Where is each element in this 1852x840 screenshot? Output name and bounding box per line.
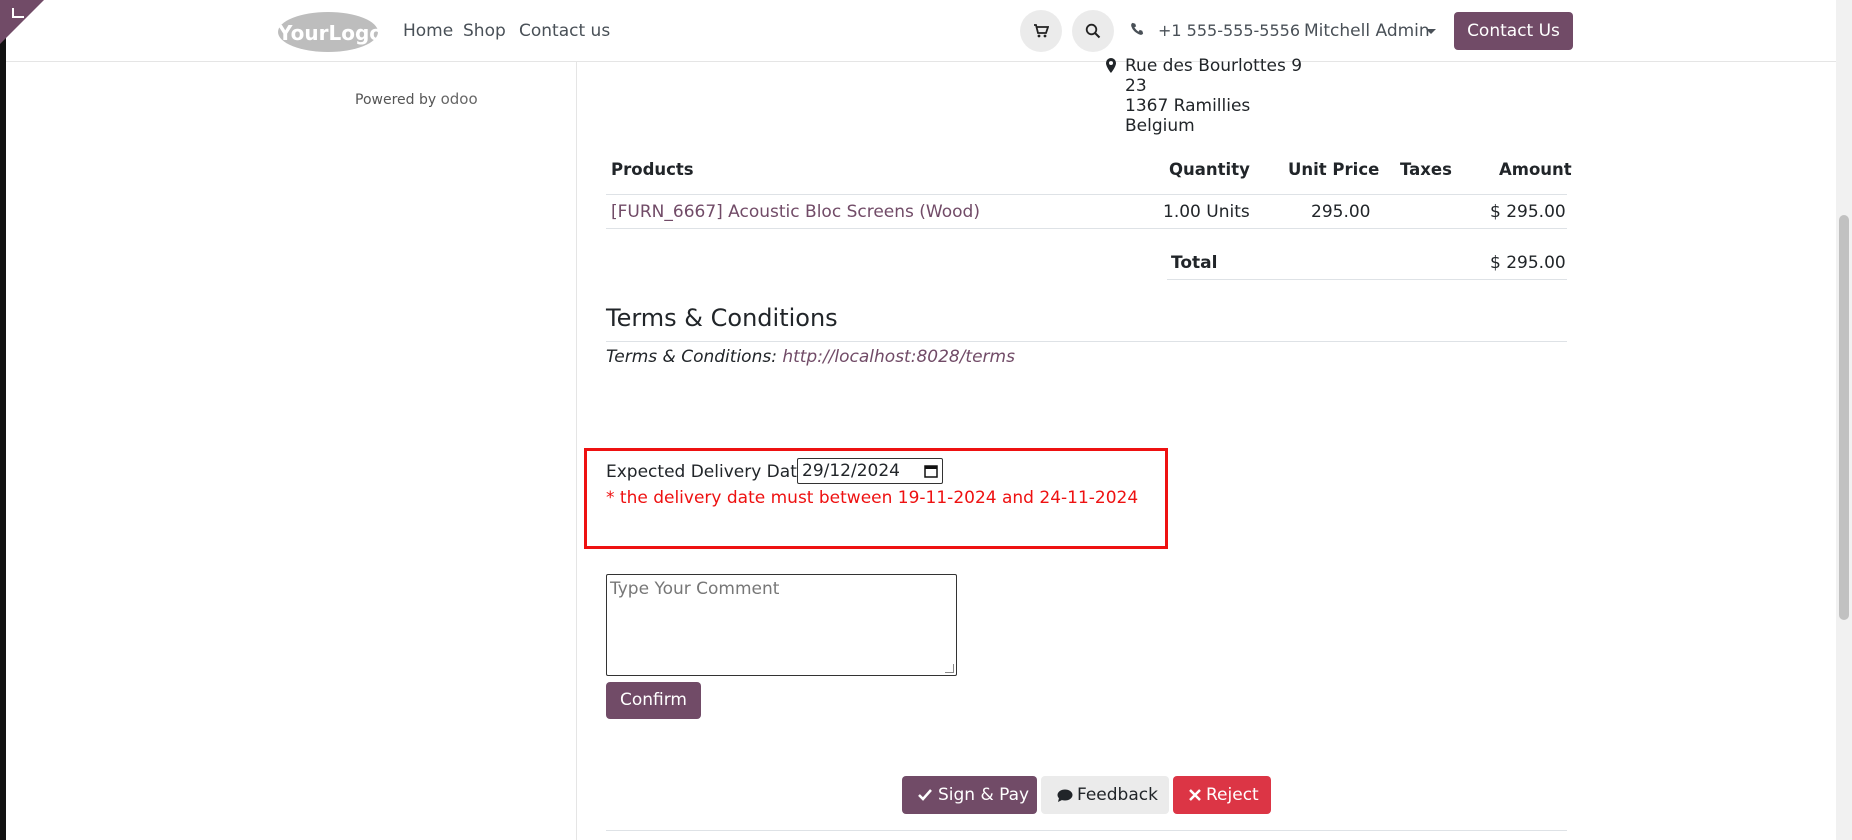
terms-label: Terms & Conditions: (606, 347, 777, 367)
feedback-button[interactable]: Feedback (1041, 776, 1169, 814)
col-taxes: Taxes (1400, 160, 1452, 179)
feedback-label: Feedback (1077, 785, 1158, 805)
close-icon (1189, 789, 1201, 801)
col-amount: Amount (1499, 160, 1572, 179)
odoo-logo[interactable]: odoo (441, 90, 478, 108)
logo-text: YourLogo (278, 21, 384, 45)
delivery-date-input[interactable]: 29/12/2024 (797, 458, 943, 484)
window-edge (0, 0, 6, 840)
reject-button[interactable]: Reject (1173, 776, 1271, 814)
bottom-divider (606, 830, 1567, 831)
delivery-date-value: 29/12/2024 (802, 461, 900, 481)
cell-unit-price: 295.00 (1311, 202, 1371, 222)
product-link[interactable]: [FURN_6667] Acoustic Bloc Screens (Wood) (611, 202, 980, 222)
col-quantity: Quantity (1169, 160, 1250, 179)
reject-label: Reject (1206, 785, 1259, 805)
map-marker-icon (1106, 58, 1116, 73)
sidebar-divider (576, 62, 577, 840)
sign-pay-button[interactable]: Sign & Pay (902, 776, 1037, 814)
nav-home[interactable]: Home (403, 21, 453, 41)
resize-handle-icon[interactable] (945, 664, 954, 673)
comment-placeholder: Type Your Comment (610, 579, 780, 599)
col-unit-price: Unit Price (1288, 160, 1380, 179)
delivery-date-label: Expected Delivery Date : (606, 462, 819, 482)
check-icon (918, 789, 932, 801)
table-divider (606, 194, 1567, 195)
address-line: Rue des Bourlottes 9 (1125, 56, 1303, 76)
corner-icon (12, 8, 24, 18)
cell-amount: $ 295.00 (1490, 202, 1566, 222)
address-line: 23 (1125, 76, 1147, 96)
calendar-icon[interactable] (924, 464, 938, 478)
search-button[interactable] (1072, 10, 1114, 52)
customer-address: Rue des Bourlottes 9 23 1367 Ramillies B… (1125, 56, 1302, 136)
contact-us-button[interactable]: Contact Us (1454, 12, 1573, 50)
total-value: $ 295.00 (1490, 253, 1566, 273)
nav-shop[interactable]: Shop (463, 21, 506, 41)
search-icon (1085, 23, 1101, 39)
cart-button[interactable] (1020, 10, 1062, 52)
cart-icon (1034, 24, 1049, 38)
user-menu[interactable]: Mitchell Admin (1304, 21, 1430, 41)
delivery-date-error: * the delivery date must between 19-11-2… (606, 488, 1139, 508)
editor-corner[interactable] (0, 0, 44, 44)
cell-quantity: 1.00 Units (1163, 202, 1250, 222)
confirm-button[interactable]: Confirm (606, 682, 701, 719)
terms-divider (606, 341, 1567, 342)
phone-icon (1131, 22, 1144, 35)
nav-contact-us[interactable]: Contact us (519, 21, 610, 41)
chevron-down-icon (1426, 29, 1436, 34)
phone-number[interactable]: +1 555-555-5556 (1158, 21, 1300, 40)
table-divider (1167, 279, 1567, 280)
terms-text: Terms & Conditions: http://localhost:802… (606, 347, 1015, 367)
sign-pay-label: Sign & Pay (938, 785, 1030, 805)
terms-link[interactable]: http://localhost:8028/terms (782, 347, 1015, 367)
table-divider (606, 228, 1567, 229)
powered-by: Powered by odoo (355, 90, 478, 108)
comment-textarea[interactable]: Type Your Comment (606, 574, 957, 676)
total-label: Total (1171, 253, 1218, 273)
terms-title: Terms & Conditions (606, 304, 838, 332)
address-line: 1367 Ramillies (1125, 96, 1251, 116)
address-line: Belgium (1125, 116, 1195, 136)
col-products: Products (611, 160, 694, 179)
scrollbar-thumb[interactable] (1839, 215, 1849, 620)
scrollbar[interactable] (1836, 0, 1852, 840)
powered-by-label: Powered by (355, 92, 437, 108)
comment-icon (1057, 789, 1073, 802)
top-navbar: YourLogo Home Shop Contact us +1 555-555… (6, 0, 1836, 62)
logo[interactable]: YourLogo (278, 12, 384, 52)
